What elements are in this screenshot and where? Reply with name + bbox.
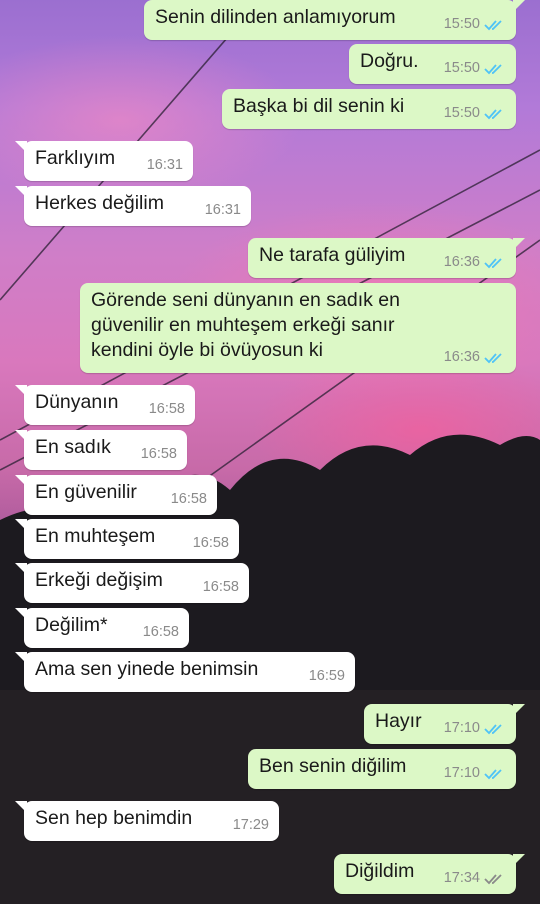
message-text: Ama sen yinede benimsin xyxy=(35,658,259,680)
message-meta: 16:36 xyxy=(444,345,506,370)
message-text: Herkes değilim xyxy=(35,192,164,214)
message-time: 16:58 xyxy=(192,535,229,551)
message-bubble-incoming[interactable]: Değilim* 16:58 xyxy=(15,608,189,648)
message-text: Erkeği değişim xyxy=(35,569,163,591)
double-check-read-icon xyxy=(484,63,502,74)
message-text: En güvenilir xyxy=(35,481,137,503)
message-bubble-incoming[interactable]: En sadık 16:58 xyxy=(15,430,187,470)
message-bubble-incoming[interactable]: Sen hep benimdin 17:29 xyxy=(15,801,279,841)
message-time: 16:58 xyxy=(140,446,177,462)
message-meta: 16:31 xyxy=(205,198,241,223)
message-time: 15:50 xyxy=(443,60,480,76)
message-bubble-outgoing[interactable]: Görende seni dünyanın en sadık en güveni… xyxy=(80,283,516,373)
message-time: 16:58 xyxy=(170,491,207,507)
message-bubble-outgoing[interactable]: Doğru. 15:50 xyxy=(349,44,516,84)
message-meta: 16:58 xyxy=(143,620,179,645)
message-time: 16:31 xyxy=(204,202,241,218)
message-time: 16:36 xyxy=(443,349,480,365)
message-bubble-incoming[interactable]: En muhteşem 16:58 xyxy=(15,519,239,559)
double-check-read-icon xyxy=(484,352,502,363)
message-meta: 15:50 xyxy=(444,101,506,126)
message-meta: 16:31 xyxy=(147,153,183,178)
message-bubble-incoming[interactable]: Farklıyım 16:31 xyxy=(15,141,193,181)
message-meta: 17:10 xyxy=(444,716,506,741)
double-check-read-icon xyxy=(484,257,502,268)
double-check-read-icon xyxy=(484,723,502,734)
message-bubble-incoming[interactable]: En güvenilir 16:58 xyxy=(15,475,217,515)
message-meta: 15:50 xyxy=(444,56,506,81)
double-check-delivered-icon xyxy=(484,873,502,884)
message-time: 17:10 xyxy=(443,765,480,781)
message-bubble-incoming[interactable]: Erkeği değişim 16:58 xyxy=(15,563,249,603)
message-bubble-outgoing[interactable]: Ben senin diğilim 17:10 xyxy=(248,749,516,789)
message-time: 16:36 xyxy=(443,254,480,270)
message-time: 16:58 xyxy=(148,401,185,417)
message-meta: 17:29 xyxy=(233,813,269,838)
double-check-read-icon xyxy=(484,19,502,30)
message-text: Dünyanın xyxy=(35,391,119,413)
message-text: Değilim* xyxy=(35,614,108,636)
message-bubble-incoming[interactable]: Dünyanın 16:58 xyxy=(15,385,195,425)
double-check-read-icon xyxy=(484,108,502,119)
message-meta: 16:58 xyxy=(193,531,229,556)
message-meta: 16:58 xyxy=(149,397,185,422)
message-text: Görende seni dünyanın en sadık en güveni… xyxy=(91,289,400,361)
message-time: 16:58 xyxy=(142,624,179,640)
message-bubble-outgoing[interactable]: Senin dilinden anlamıyorum 15:50 xyxy=(144,0,525,40)
message-time: 17:34 xyxy=(443,870,480,886)
message-meta: 15:50 xyxy=(444,12,506,37)
message-text: En sadık xyxy=(35,436,111,458)
message-bubble-outgoing[interactable]: Hayır 17:10 xyxy=(364,704,525,744)
message-time: 15:50 xyxy=(443,105,480,121)
message-time: 16:58 xyxy=(202,579,239,595)
message-list[interactable]: Senin dilinden anlamıyorum 15:50 Doğru. … xyxy=(0,0,540,904)
message-meta: 17:34 xyxy=(444,866,506,891)
message-meta: 16:58 xyxy=(171,487,207,512)
message-text: Doğru. xyxy=(360,50,419,72)
message-text: Sen hep benimdin xyxy=(35,807,193,829)
message-meta: 16:59 xyxy=(309,664,345,689)
message-text: Farklıyım xyxy=(35,147,116,169)
message-text: En muhteşem xyxy=(35,525,156,547)
message-text: Ben senin diğilim xyxy=(259,755,407,777)
message-text: Diğildim xyxy=(345,860,415,882)
message-meta: 16:36 xyxy=(444,250,506,275)
message-bubble-outgoing[interactable]: Ne tarafa güliyim 16:36 xyxy=(248,238,525,278)
message-text: Senin dilinden anlamıyorum xyxy=(155,6,396,28)
message-meta: 16:58 xyxy=(141,442,177,467)
message-bubble-outgoing[interactable]: Diğildim 17:34 xyxy=(334,854,525,894)
message-meta: 17:10 xyxy=(444,761,506,786)
message-time: 17:10 xyxy=(443,720,480,736)
message-text: Başka bi dil senin ki xyxy=(233,95,405,117)
message-text: Hayır xyxy=(375,710,422,732)
message-time: 16:31 xyxy=(146,157,183,173)
message-text: Ne tarafa güliyim xyxy=(259,244,406,266)
message-time: 15:50 xyxy=(443,16,480,32)
message-time: 17:29 xyxy=(232,817,269,833)
message-bubble-incoming[interactable]: Ama sen yinede benimsin 16:59 xyxy=(15,652,355,692)
message-bubble-incoming[interactable]: Herkes değilim 16:31 xyxy=(15,186,251,226)
message-time: 16:59 xyxy=(308,668,345,684)
message-bubble-outgoing[interactable]: Başka bi dil senin ki 15:50 xyxy=(222,89,516,129)
message-meta: 16:58 xyxy=(203,575,239,600)
double-check-read-icon xyxy=(484,768,502,779)
